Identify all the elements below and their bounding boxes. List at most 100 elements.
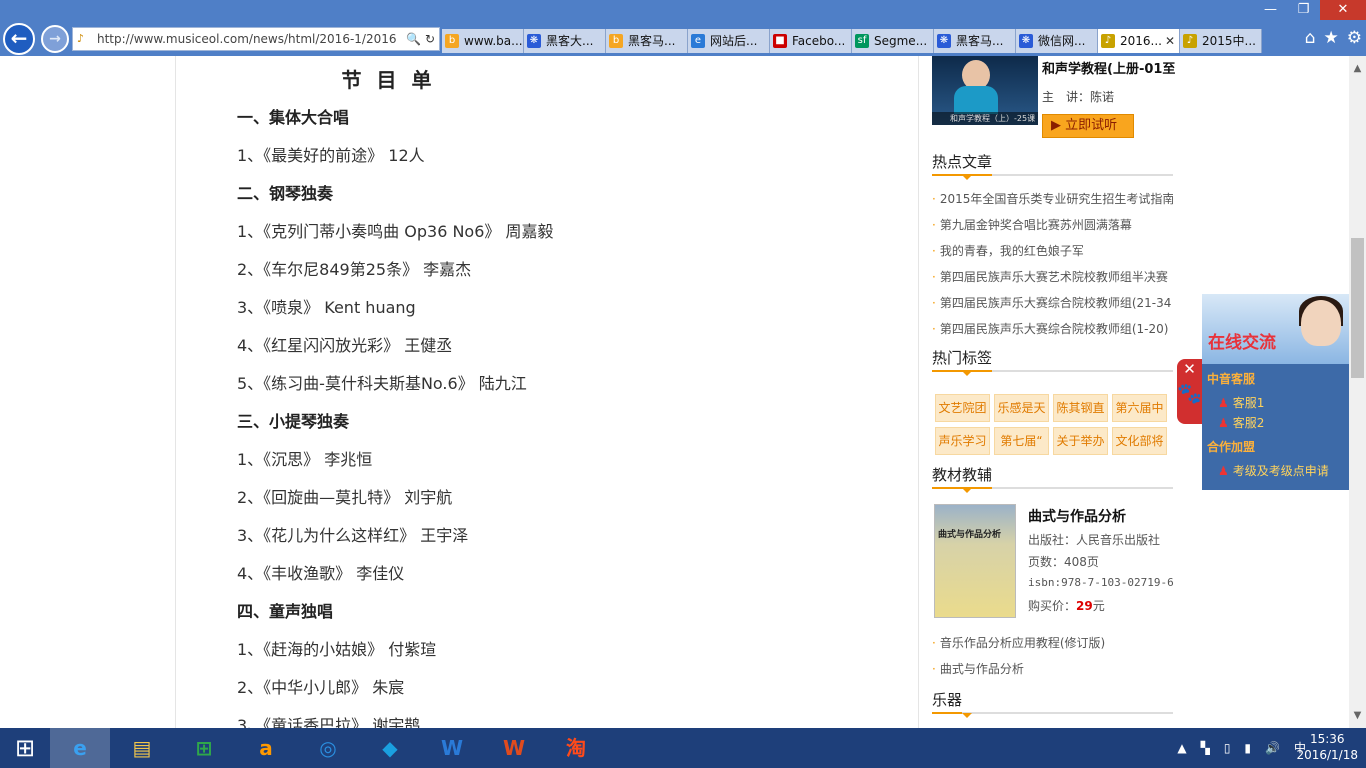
browser-tab[interactable]: e 网站后... (688, 29, 770, 53)
chat-widget-toggle[interactable]: ✕ 🐾 (1177, 359, 1202, 424)
program-section-heading: 三、小提琴独奏 (237, 412, 350, 431)
hot-article-link[interactable]: 我的青春，我的红色娘子军 (932, 242, 1173, 259)
taskbar-app-wps-writer[interactable]: W (422, 728, 482, 768)
tab-label: 2015中... (1202, 34, 1256, 48)
book-link-1[interactable]: 音乐作品分析应用教程(修订版) (932, 634, 1173, 651)
taskbar-app-explorer[interactable]: ▤ (112, 728, 172, 768)
taskbar-app-ie[interactable]: e (50, 728, 110, 768)
browser-chrome: — ❐ ✕ ← → ♪ http://www.musiceol.com/news… (0, 0, 1366, 56)
browser-tab[interactable]: ❋ 黑客大... (524, 29, 606, 53)
tray-icon[interactable]: ▯ (1224, 728, 1231, 768)
tab-label: 黑客马... (956, 34, 1004, 48)
settings-icon[interactable]: ⚙ (1347, 28, 1362, 48)
close-window-button[interactable]: ✕ (1320, 0, 1366, 20)
qq-icon: ◆ (382, 736, 398, 760)
taskbar-app-browser-360[interactable]: ◎ (298, 728, 358, 768)
vertical-scrollbar[interactable]: ▲ ▼ (1349, 56, 1366, 728)
program-item: 1、《克列门蒂小奏鸣曲 Op36 No6》 周嘉毅 (237, 222, 554, 241)
program-title: 节 目 单 (341, 68, 436, 92)
home-icon[interactable]: ⌂ (1305, 28, 1316, 48)
hot-article-link[interactable]: 第四届民族声乐大赛艺术院校教师组半决赛 (932, 268, 1173, 285)
hot-tag[interactable]: 声乐学习 (935, 427, 990, 455)
service-heading: 中音客服 (1207, 372, 1256, 386)
hot-tag[interactable]: 文艺院团 (935, 394, 990, 422)
tab-favicon-icon: ❋ (1019, 34, 1033, 48)
textbook-heading: 教材教辅 (932, 465, 1173, 493)
book-cover-image[interactable]: 曲式与作品分析 (934, 504, 1016, 618)
course-teacher: 主 讲：陈诺 (1042, 90, 1115, 104)
refresh-icon[interactable]: ↻ (425, 32, 435, 46)
hot-article-link[interactable]: 第四届民族声乐大赛综合院校教师组(1-20) (932, 320, 1173, 337)
site-favicon-icon: ♪ (77, 32, 85, 45)
coop-link[interactable]: 考级及考级点申请 (1218, 462, 1329, 479)
book-pages: 页数：408页 (1028, 555, 1099, 569)
service-link-1[interactable]: 客服1 (1218, 394, 1265, 411)
program-item: 2、《回旋曲—莫扎特》 刘宇航 (237, 488, 453, 507)
wps-writer-icon: W (440, 736, 464, 760)
browser-tab[interactable]: ♪ 2016... ✕ (1098, 29, 1180, 53)
service-link-2[interactable]: 客服2 (1218, 414, 1265, 431)
tab-favicon-icon: ❋ (527, 34, 541, 48)
tray-icon[interactable]: 🔊 (1265, 728, 1280, 768)
scroll-up-icon[interactable]: ▲ (1349, 60, 1366, 77)
try-listen-button[interactable]: ▶ 立即试听 (1042, 114, 1134, 138)
browser-tab[interactable]: ❋ 微信网... (1016, 29, 1098, 53)
browser-tab[interactable]: b 黑客马... (606, 29, 688, 53)
hot-tag[interactable]: 乐感是天 (994, 394, 1049, 422)
clock-time: 15:36 (1309, 732, 1345, 746)
hot-article-link[interactable]: 2015年全国音乐类专业研究生招生考试指南 (932, 190, 1173, 207)
favorites-icon[interactable]: ★ (1324, 28, 1339, 48)
hot-article-link[interactable]: 第四届民族声乐大赛综合院校教师组(21-34 (932, 294, 1173, 311)
address-bar[interactable]: ♪ http://www.musiceol.com/news/html/2016… (72, 27, 440, 51)
book-link-2[interactable]: 曲式与作品分析 (932, 660, 1173, 677)
paw-icon[interactable]: 🐾 (1177, 379, 1202, 407)
tab-favicon-icon: b (445, 34, 459, 48)
course-title[interactable]: 和声学教程(上册-01至 (1042, 58, 1175, 77)
browser-tab[interactable]: sf Segme... (852, 29, 934, 53)
program-section-heading: 四、童声独唱 (237, 602, 334, 621)
address-url: http://www.musiceol.com/news/html/2016-1… (97, 32, 397, 46)
restore-button[interactable]: ❐ (1287, 0, 1320, 20)
forward-button[interactable]: → (41, 25, 69, 53)
search-icon[interactable]: 🔍 (406, 32, 421, 46)
taskbar-app-taobao[interactable]: 淘 (546, 728, 606, 768)
browser-tab[interactable]: ■ Facebo... (770, 29, 852, 53)
course-thumbnail[interactable]: 和声学教程（上）-25课 (932, 56, 1038, 125)
minimize-button[interactable]: — (1254, 0, 1287, 20)
program-item: 5、《练习曲-莫什科夫斯基No.6》 陆九江 (237, 374, 527, 393)
tray-icon[interactable]: ▲ (1177, 728, 1186, 768)
store-icon: ⊞ (195, 736, 213, 760)
browser-tab[interactable]: ❋ 黑客马... (934, 29, 1016, 53)
tab-favicon-icon: ♪ (1183, 34, 1197, 48)
book-title[interactable]: 曲式与作品分析 (1028, 506, 1126, 526)
wps-office-icon: W (502, 736, 526, 760)
back-button[interactable]: ← (3, 23, 35, 55)
tray-icon[interactable]: ▮ (1244, 728, 1251, 768)
hot-tag[interactable]: 第六届中 (1112, 394, 1167, 422)
taskbar-app-qq[interactable]: ◆ (360, 728, 420, 768)
tab-label: 2016... (1120, 34, 1162, 48)
taskbar-app-wps-office[interactable]: W (484, 728, 544, 768)
browser-tab[interactable]: ♪ 2015中... (1180, 29, 1262, 53)
hot-tag[interactable]: 第七届“ (994, 427, 1049, 455)
hot-article-link[interactable]: 第九届金钟奖合唱比赛苏州圆满落幕 (932, 216, 1173, 233)
textbook-heading-text: 教材教辅 (932, 465, 993, 489)
tab-label: 黑客马... (628, 34, 676, 48)
hot-tag[interactable]: 文化部将 (1112, 427, 1167, 455)
close-icon[interactable]: ✕ (1177, 359, 1202, 379)
hot-articles-heading: 热点文章 (932, 152, 1173, 180)
taskbar-app-store[interactable]: ⊞ (174, 728, 234, 768)
hot-tag[interactable]: 关于举办 (1053, 427, 1108, 455)
hot-tag[interactable]: 陈其钢直 (1053, 394, 1108, 422)
scroll-thumb[interactable] (1351, 238, 1364, 378)
scroll-down-icon[interactable]: ▼ (1349, 707, 1366, 724)
tab-close-icon[interactable]: ✕ (1165, 29, 1175, 53)
taskbar-app-amazon[interactable]: a (236, 728, 296, 768)
heading-arrow-icon (962, 713, 972, 718)
tray-icon[interactable]: ▚ (1201, 728, 1210, 768)
tab-strip: b www.ba... ❋ 黑客大... b 黑客马... e 网站后... ■ Facebo..… (442, 29, 1262, 53)
clock[interactable]: 15:36 2016/1/18 (1296, 731, 1358, 763)
price-value: 29 (1076, 599, 1093, 613)
start-button[interactable]: ⊞ (0, 728, 50, 768)
browser-tab[interactable]: b www.ba... (442, 29, 524, 53)
